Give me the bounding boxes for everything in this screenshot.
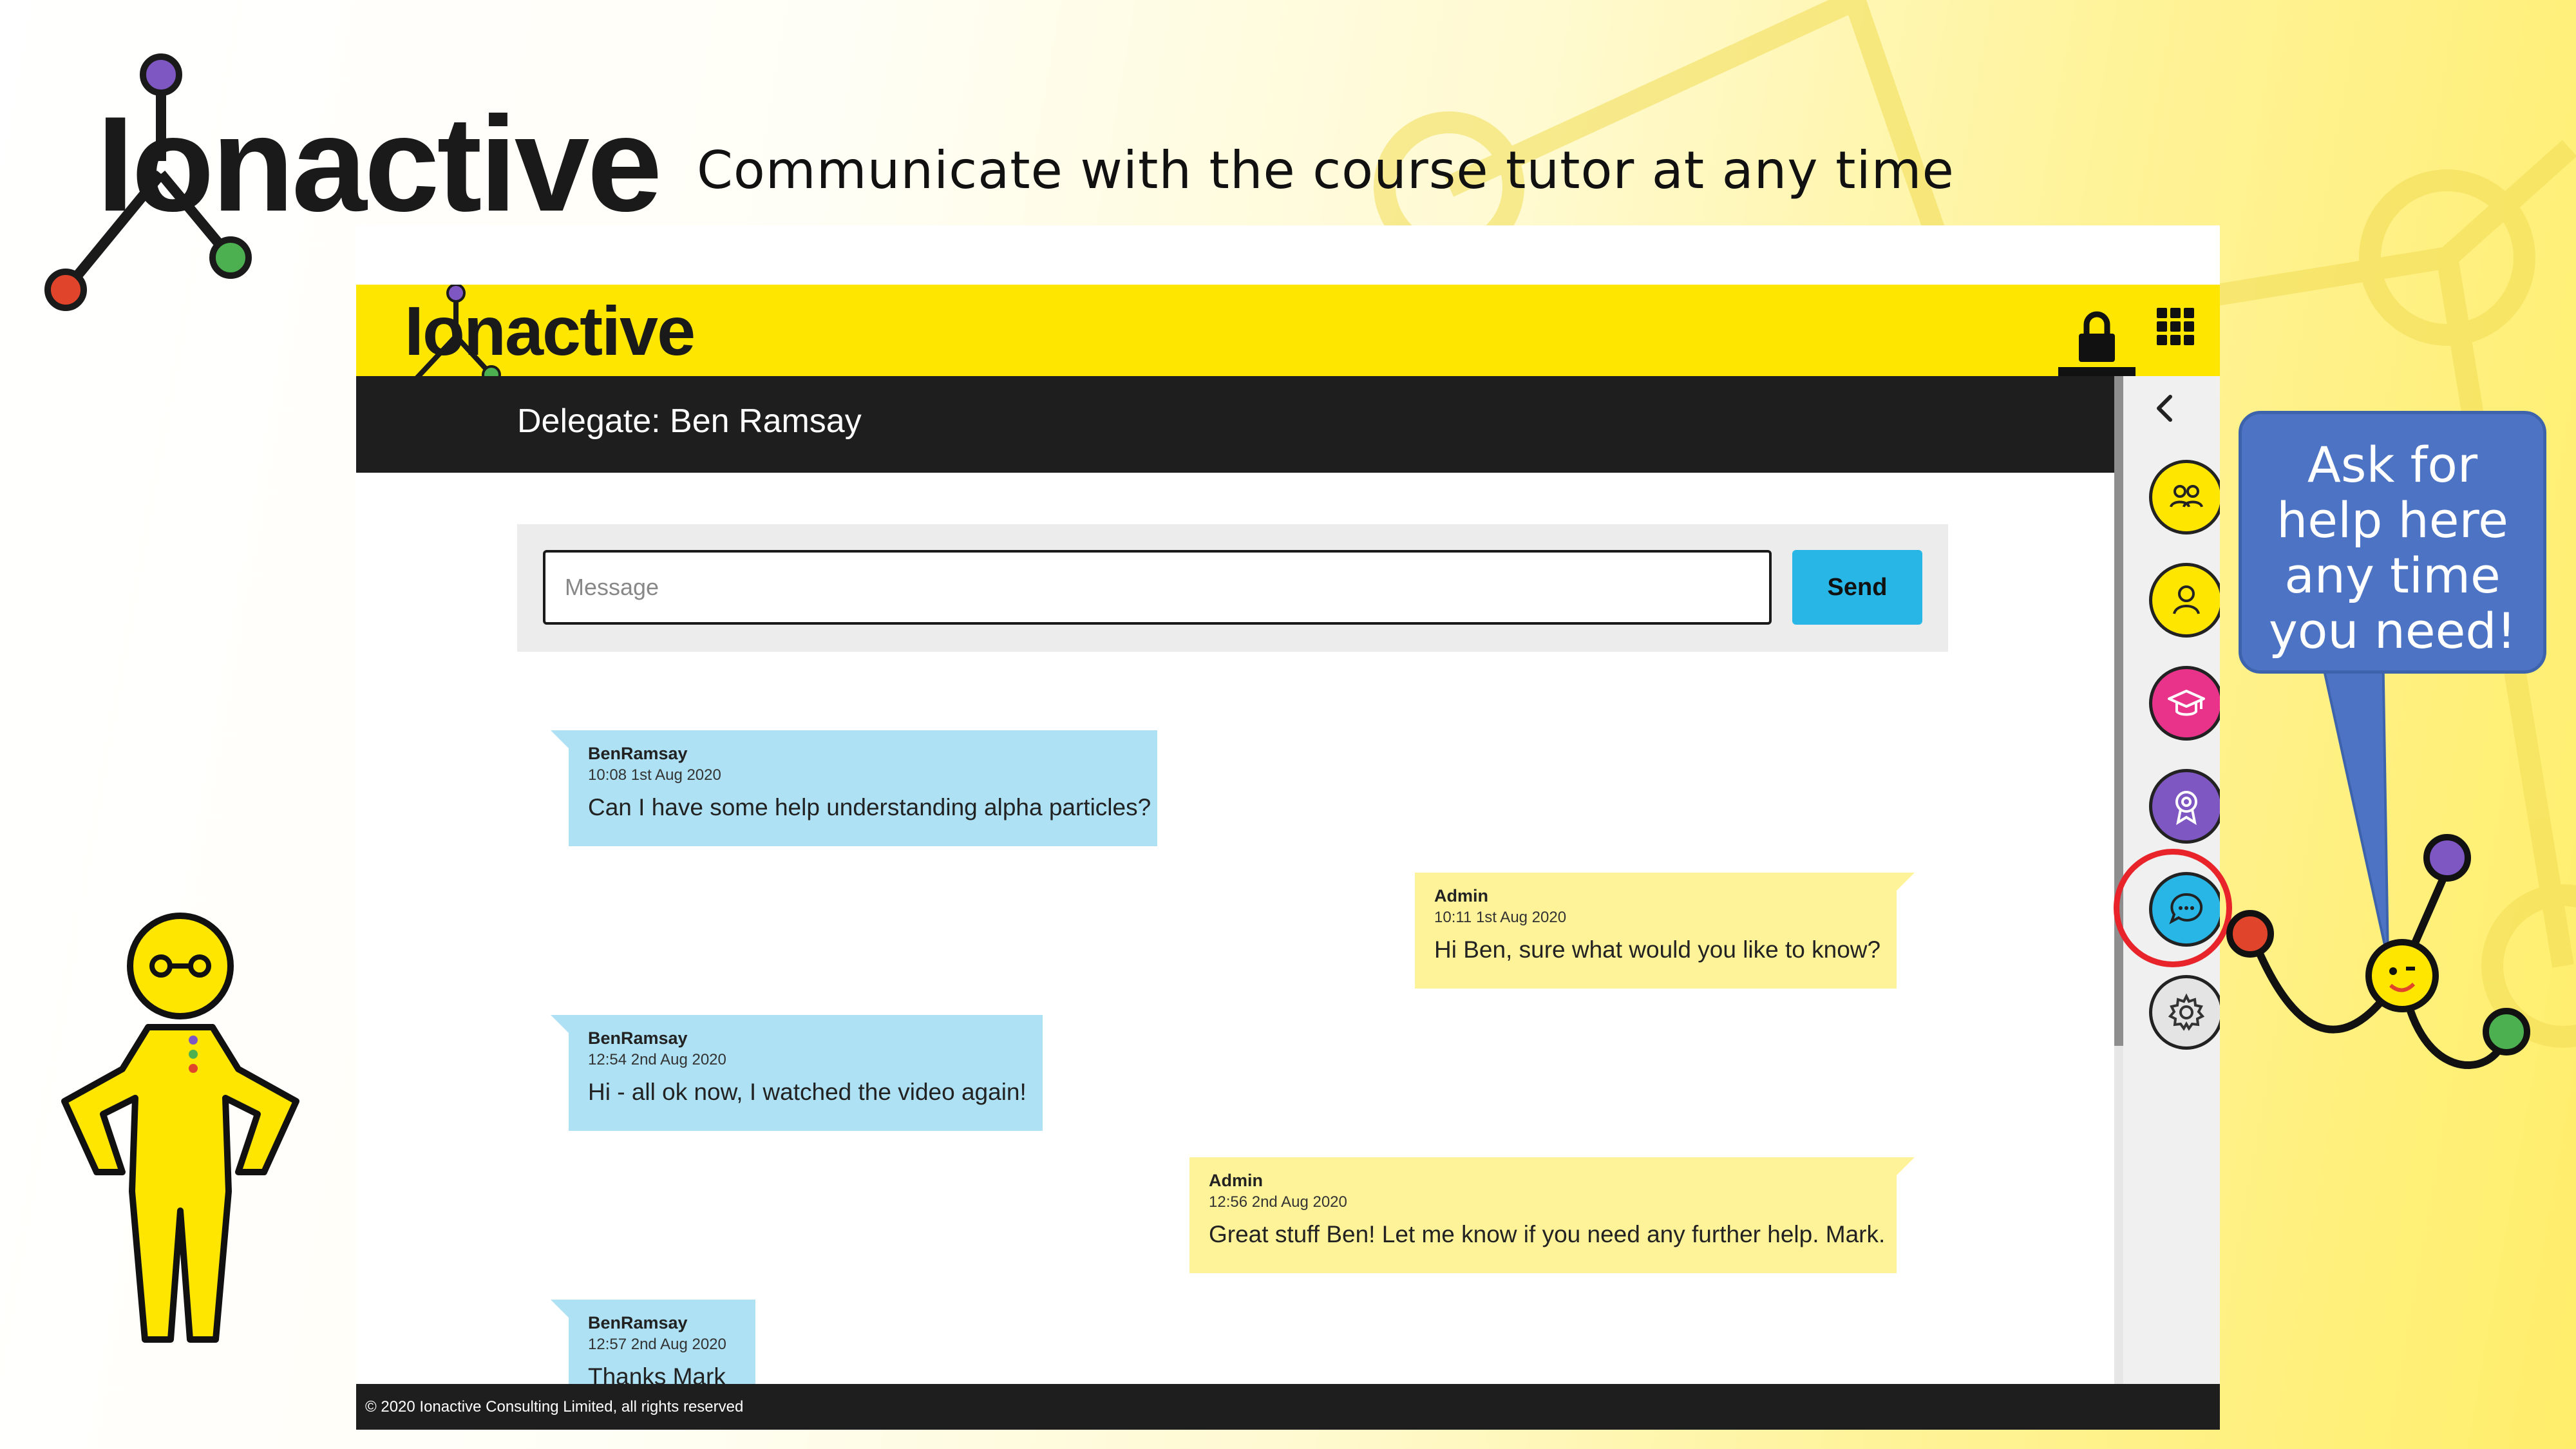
sidebar-collapse-button[interactable] <box>2146 389 2184 428</box>
graduation-cap-icon <box>2168 690 2205 716</box>
callout-line: any time <box>2284 547 2501 604</box>
app-top-strip <box>356 225 2220 285</box>
grid-menu-button[interactable] <box>2153 304 2198 349</box>
user-icon <box>2173 585 2200 614</box>
message-text: Hi - all ok now, I watched the video aga… <box>588 1078 1027 1105</box>
slide-logo-text: Ionactive <box>97 88 662 240</box>
message-time: 12:54 2nd Aug 2020 <box>588 1050 726 1068</box>
sidebar-item-courses[interactable] <box>2149 666 2220 741</box>
message-bubble: BenRamsay 12:54 2nd Aug 2020 Hi - all ok… <box>551 1015 1043 1131</box>
message-bubble: Admin 10:11 1st Aug 2020 Hi Ben, sure wh… <box>1415 873 1915 989</box>
lock-tab-underline <box>2058 367 2136 376</box>
sidebar-item-awards[interactable] <box>2149 769 2220 844</box>
message-time: 12:57 2nd Aug 2020 <box>588 1335 726 1353</box>
message-author: Admin <box>1209 1171 1263 1190</box>
bubble-tail <box>551 730 569 748</box>
send-button[interactable]: Send <box>1792 550 1922 625</box>
callout-line: you need! <box>2268 602 2517 659</box>
grid-menu-icon <box>2157 308 2194 345</box>
mascot-molecule-right <box>2226 834 2530 1069</box>
message-input[interactable] <box>543 550 1772 625</box>
bubble-tail <box>551 1300 569 1318</box>
chat-highlight-ring <box>2114 849 2232 967</box>
slide-headline: Communicate with the course tutor at any… <box>697 140 1955 200</box>
bubble-tail <box>1897 873 1915 891</box>
app-window: Ionactive Delegate: Ben Ramsay Send <box>356 225 2220 1430</box>
message-author: Admin <box>1434 886 1488 905</box>
help-callout: Ask for help here any time you need! <box>2239 411 2546 674</box>
chat-content: Send BenRamsay 10:08 1st Aug 2020 Can I … <box>356 473 2114 1384</box>
gear-icon <box>2168 993 2205 1031</box>
message-text: Can I have some help understanding alpha… <box>588 793 1151 820</box>
message-text: Thanks Mark <box>588 1363 726 1384</box>
message-bubble: BenRamsay 12:57 2nd Aug 2020 Thanks Mark <box>551 1300 755 1384</box>
compose-panel: Send <box>517 524 1948 652</box>
message-bubble: Admin 12:56 2nd Aug 2020 Great stuff Ben… <box>1189 1157 1915 1273</box>
message-author: BenRamsay <box>588 1313 688 1332</box>
sidebar-item-groups[interactable] <box>2149 460 2220 535</box>
app-logo-text: Ionactive <box>404 292 696 370</box>
app-header: Ionactive <box>356 285 2220 394</box>
copyright-text: © 2020 Ionactive Consulting Limited, all… <box>365 1398 744 1416</box>
callout-line: Ask for <box>2307 436 2478 493</box>
delegate-bar: Delegate: Ben Ramsay <box>356 376 2114 473</box>
lock-tab[interactable] <box>2058 298 2136 376</box>
bubble-tail <box>1897 1157 1915 1175</box>
sidebar-item-profile[interactable] <box>2149 563 2220 638</box>
mascot-figure-left <box>61 913 299 1343</box>
scrollbar-thumb[interactable] <box>2114 376 2123 1046</box>
group-icon <box>2170 485 2203 507</box>
message-time: 10:08 1st Aug 2020 <box>588 766 721 784</box>
message-time: 12:56 2nd Aug 2020 <box>1209 1193 1347 1211</box>
message-bubble: BenRamsay 10:08 1st Aug 2020 Can I have … <box>551 730 1157 846</box>
message-author: BenRamsay <box>588 744 688 763</box>
message-time: 10:11 1st Aug 2020 <box>1434 908 1567 926</box>
message-text: Great stuff Ben! Let me know if you need… <box>1209 1220 1886 1247</box>
sidebar-item-settings[interactable] <box>2149 975 2220 1050</box>
lock-icon <box>2079 311 2115 362</box>
bubble-tail <box>551 1015 569 1033</box>
app-footer: © 2020 Ionactive Consulting Limited, all… <box>356 1384 2220 1430</box>
message-author: BenRamsay <box>588 1028 688 1048</box>
award-icon <box>2175 791 2197 826</box>
delegate-label: Delegate: Ben Ramsay <box>517 402 862 440</box>
chevron-left-icon <box>2157 395 2172 422</box>
callout-line: help here <box>2277 491 2508 549</box>
message-text: Hi Ben, sure what would you like to know… <box>1434 936 1881 963</box>
